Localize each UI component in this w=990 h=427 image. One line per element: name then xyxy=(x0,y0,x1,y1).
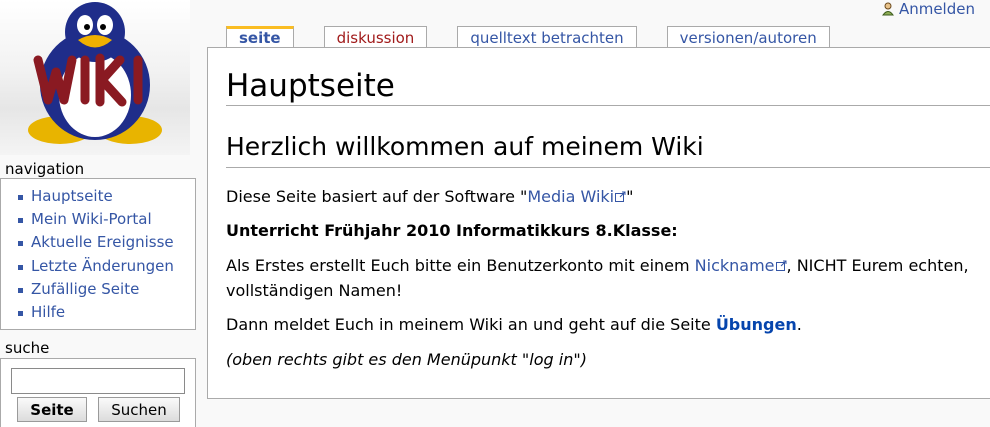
hint-paragraph: (oben rechts gibt es den Menüpunkt "log … xyxy=(226,350,587,369)
sidebar-item-aktuelle-ereignisse[interactable]: Aktuelle Ereignisse xyxy=(1,231,195,254)
nickname-link-label: Nickname xyxy=(694,256,775,275)
intro-text-end: " xyxy=(626,187,634,206)
sidebar-item-zufaellige-seite[interactable]: Zufällige Seite xyxy=(1,278,195,301)
go-button[interactable]: Seite xyxy=(17,397,87,422)
navigation-title: navigation xyxy=(5,160,85,178)
user-icon xyxy=(881,2,894,16)
search-input[interactable] xyxy=(11,368,185,394)
login-link[interactable]: Anmelden xyxy=(881,0,975,18)
page-tabs: seite diskussion quelltext betrachten ve… xyxy=(226,26,860,48)
course-heading: Unterricht Frühjahr 2010 Informatikkurs … xyxy=(226,221,678,240)
tab-diskussion[interactable]: diskussion xyxy=(323,26,428,47)
search-title: suche xyxy=(5,339,50,357)
title-divider xyxy=(226,105,990,106)
navigation-portlet: Hauptseite Mein Wiki-Portal Aktuelle Ere… xyxy=(0,178,196,330)
sidebar-item-hilfe[interactable]: Hilfe xyxy=(1,301,195,324)
external-link-icon xyxy=(775,260,787,271)
login-text: Dann meldet Euch in meinem Wiki an und g… xyxy=(226,315,716,334)
account-text: Als Erstes erstellt Euch bitte ein Benut… xyxy=(226,256,695,275)
external-link-icon xyxy=(615,191,626,202)
mediawiki-link-label: Media Wiki xyxy=(527,187,615,206)
tab-quelltext[interactable]: quelltext betrachten xyxy=(457,26,637,47)
login-paragraph: Dann meldet Euch in meinem Wiki an und g… xyxy=(226,312,986,337)
sidebar-item-hauptseite[interactable]: Hauptseite xyxy=(1,185,195,208)
login-label: Anmelden xyxy=(898,0,975,18)
tab-versionen[interactable]: versionen/autoren xyxy=(666,26,830,47)
heading-divider xyxy=(226,167,990,168)
account-paragraph: Als Erstes erstellt Euch bitte ein Benut… xyxy=(226,253,986,303)
sidebar-item-portal[interactable]: Mein Wiki-Portal xyxy=(1,208,195,231)
tux-wiki-logo-icon xyxy=(28,2,162,144)
search-portlet: Seite Suchen xyxy=(0,358,196,427)
site-logo[interactable] xyxy=(0,0,190,155)
uebungen-link[interactable]: Übungen xyxy=(716,315,797,334)
page-title: Hauptseite xyxy=(226,68,395,104)
mediawiki-link[interactable]: Media Wiki xyxy=(527,187,626,206)
content-area: Hauptseite Herzlich willkommen auf meine… xyxy=(207,47,990,399)
intro-paragraph: Diese Seite basiert auf der Software "Me… xyxy=(226,184,986,209)
nickname-link[interactable]: Nickname xyxy=(695,256,787,275)
search-button[interactable]: Suchen xyxy=(98,397,180,422)
login-text-end: . xyxy=(796,315,802,334)
section-heading: Herzlich willkommen auf meinem Wiki xyxy=(226,132,704,161)
sidebar-item-letzte-aenderungen[interactable]: Letzte Änderungen xyxy=(1,255,195,278)
tab-seite[interactable]: seite xyxy=(226,26,294,48)
intro-text: Diese Seite basiert auf der Software " xyxy=(226,187,528,206)
